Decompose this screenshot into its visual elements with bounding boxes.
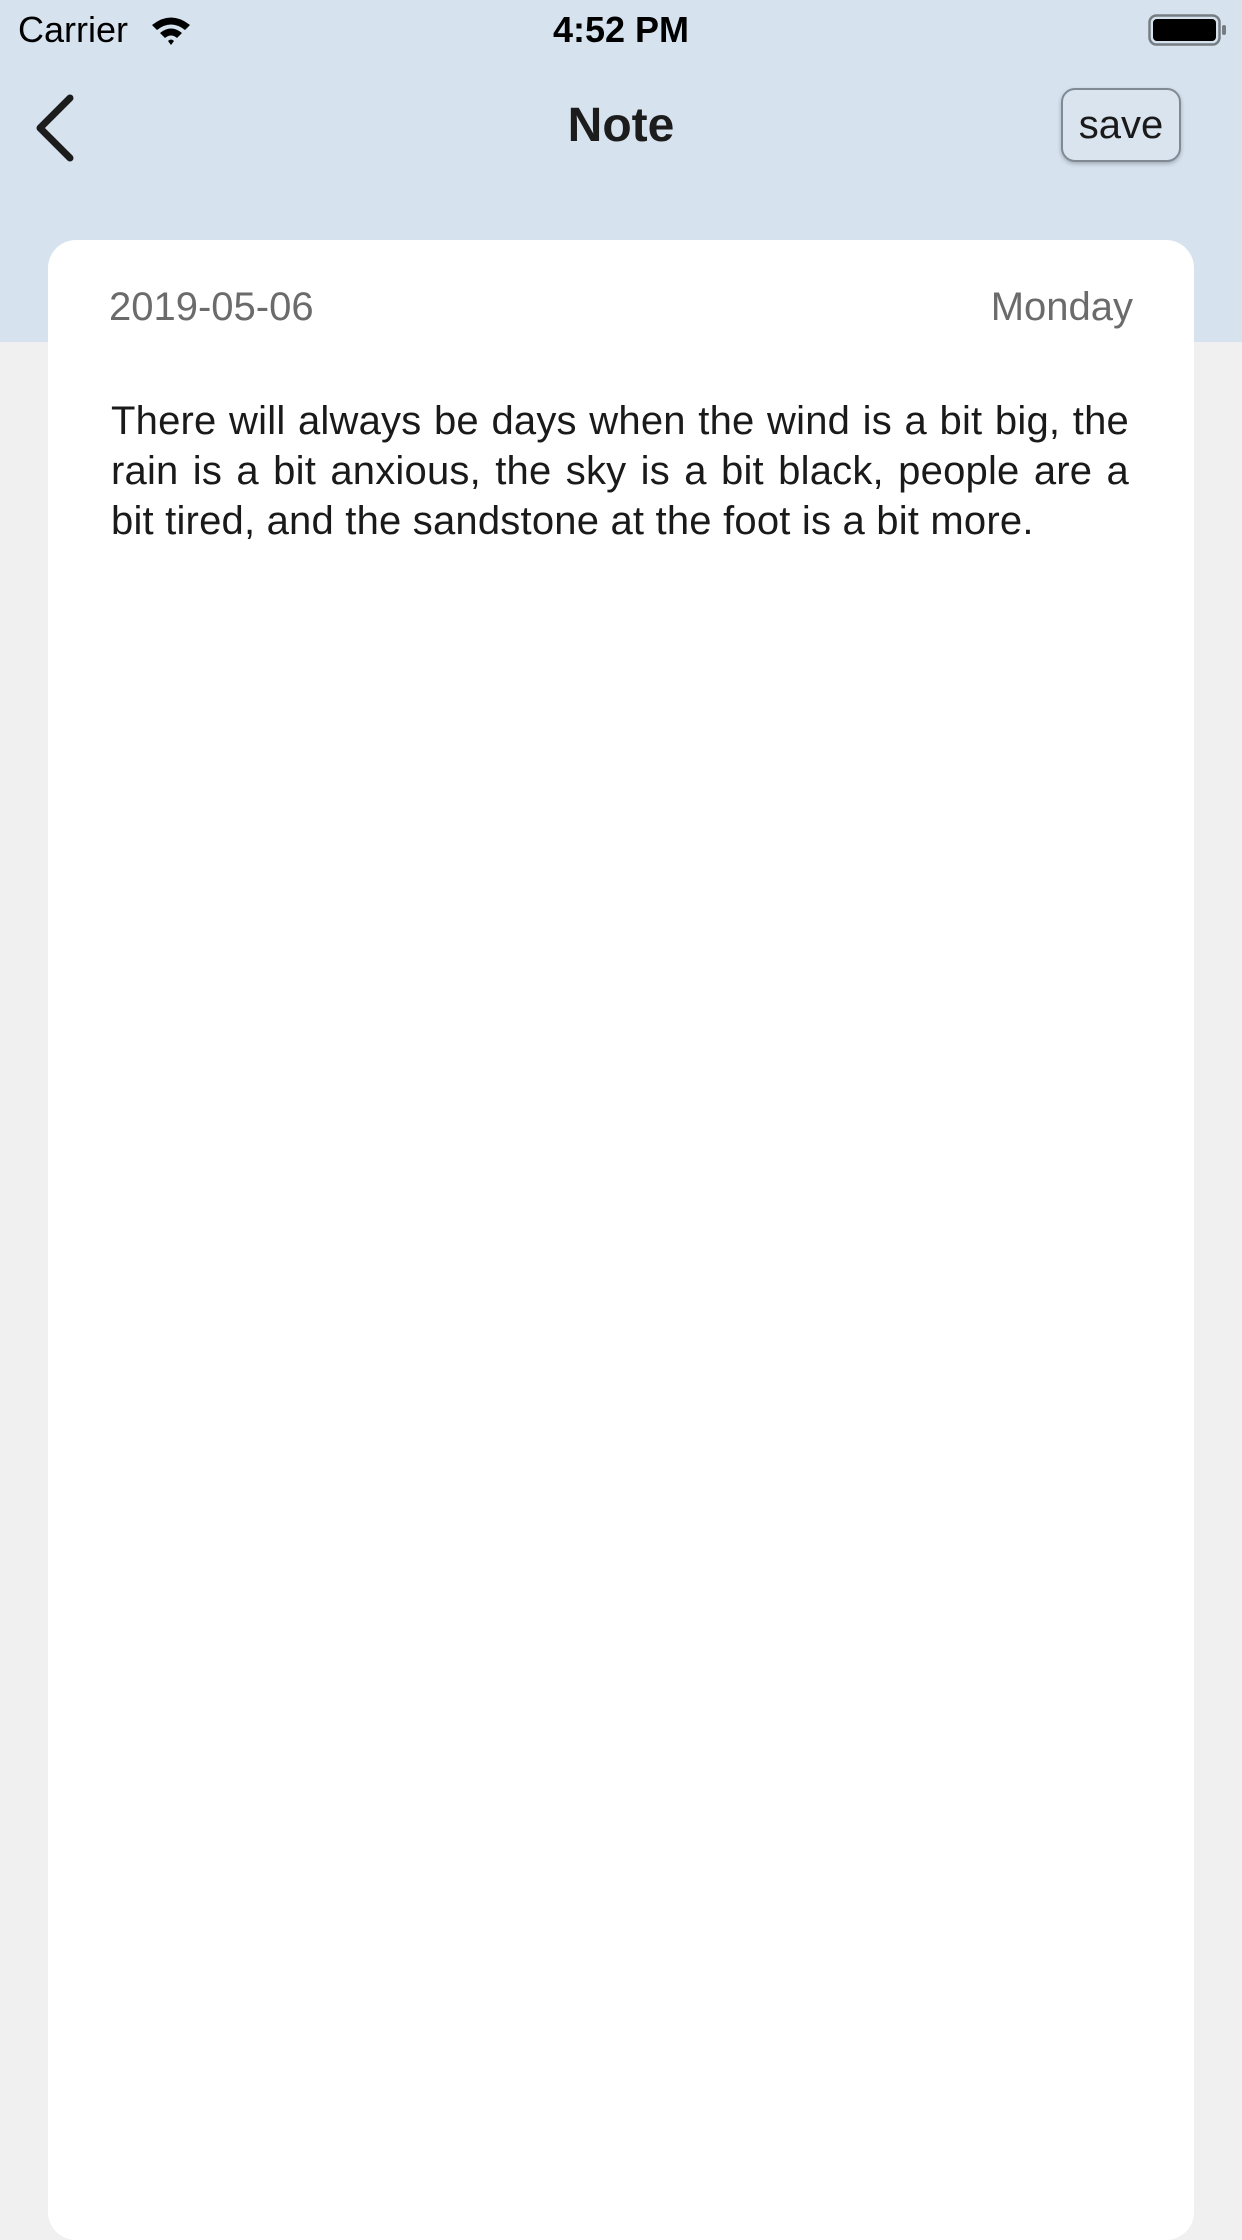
page-title: Note bbox=[567, 99, 675, 152]
status-bar: Carrier 4:52 PM bbox=[0, 0, 1242, 60]
save-button[interactable]: save bbox=[1061, 88, 1181, 162]
battery-full-icon bbox=[1148, 14, 1228, 46]
status-time: 4:52 PM bbox=[552, 9, 690, 50]
chevron-left-icon bbox=[22, 94, 94, 174]
note-date: 2019-05-06 bbox=[109, 285, 314, 329]
note-weekday: Monday bbox=[990, 285, 1133, 329]
note-card: 2019-05-06 Monday There will always be d… bbox=[48, 240, 1194, 2240]
note-body-text[interactable]: There will always be days when the wind … bbox=[111, 396, 1129, 546]
